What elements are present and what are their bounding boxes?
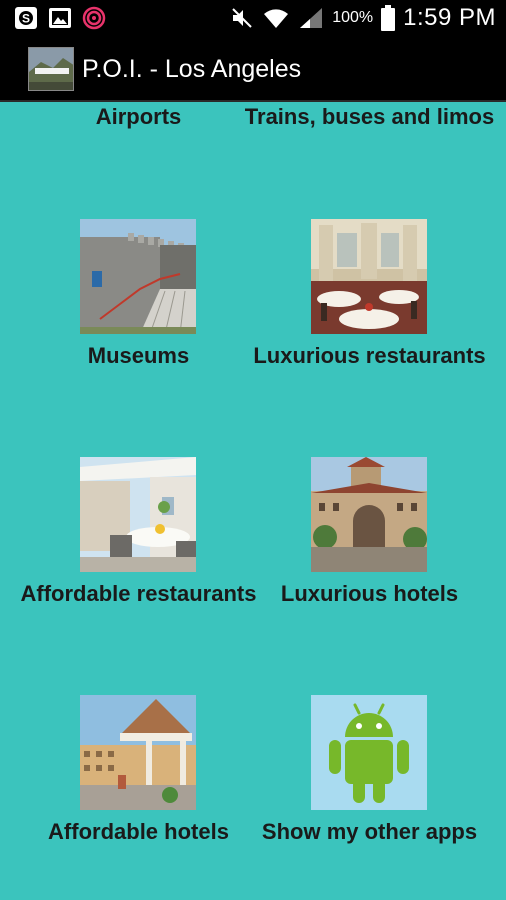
clock: 1:59 PM (403, 4, 496, 31)
battery-icon (381, 5, 396, 31)
battery-percent: 100% (332, 9, 374, 26)
hollywood-sign-icon[interactable] (28, 47, 74, 91)
category-show-other-apps[interactable]: Show my other apps (243, 695, 496, 875)
action-bar: P.O.I. - Los Angeles (0, 36, 506, 102)
android-robot-icon (311, 695, 427, 810)
category-label: Museums (87, 343, 190, 368)
status-bar: S 100% 1:59 PM (0, 0, 506, 36)
affordable-hotel-photo (80, 695, 196, 810)
category-label: Trains, buses and limos (244, 104, 495, 129)
category-label: Luxurious hotels (280, 581, 459, 606)
signal-icon (300, 8, 323, 28)
skype-icon: S (15, 7, 37, 29)
category-trains-buses-limos[interactable]: Trains, buses and limos (243, 102, 496, 157)
category-luxurious-restaurants[interactable]: Luxurious restaurants (243, 219, 496, 399)
luxury-hotel-photo (311, 457, 427, 572)
luxury-restaurant-photo (311, 219, 427, 334)
category-label: Airports (95, 104, 182, 129)
app-title: P.O.I. - Los Angeles (82, 55, 302, 83)
app-notification-icon (82, 6, 106, 30)
museum-photo (80, 219, 196, 334)
category-affordable-hotels[interactable]: Affordable hotels (12, 695, 265, 875)
svg-text:S: S (22, 12, 30, 26)
category-label: Affordable restaurants (20, 581, 257, 606)
category-airports[interactable]: Airports (12, 102, 265, 157)
category-affordable-restaurants[interactable]: Affordable restaurants (12, 457, 265, 637)
affordable-restaurant-photo (80, 457, 196, 572)
mute-icon (232, 8, 252, 28)
category-label: Show my other apps (261, 819, 478, 844)
category-museums[interactable]: Museums (12, 219, 265, 399)
category-label: Affordable hotels (48, 819, 229, 844)
category-luxurious-hotels[interactable]: Luxurious hotels (243, 457, 496, 637)
poi-category-grid: Airports Trains, buses and limos Museums… (0, 102, 506, 900)
category-label: Luxurious restaurants (253, 343, 486, 368)
wifi-icon (264, 9, 289, 28)
gallery-icon (49, 8, 71, 28)
